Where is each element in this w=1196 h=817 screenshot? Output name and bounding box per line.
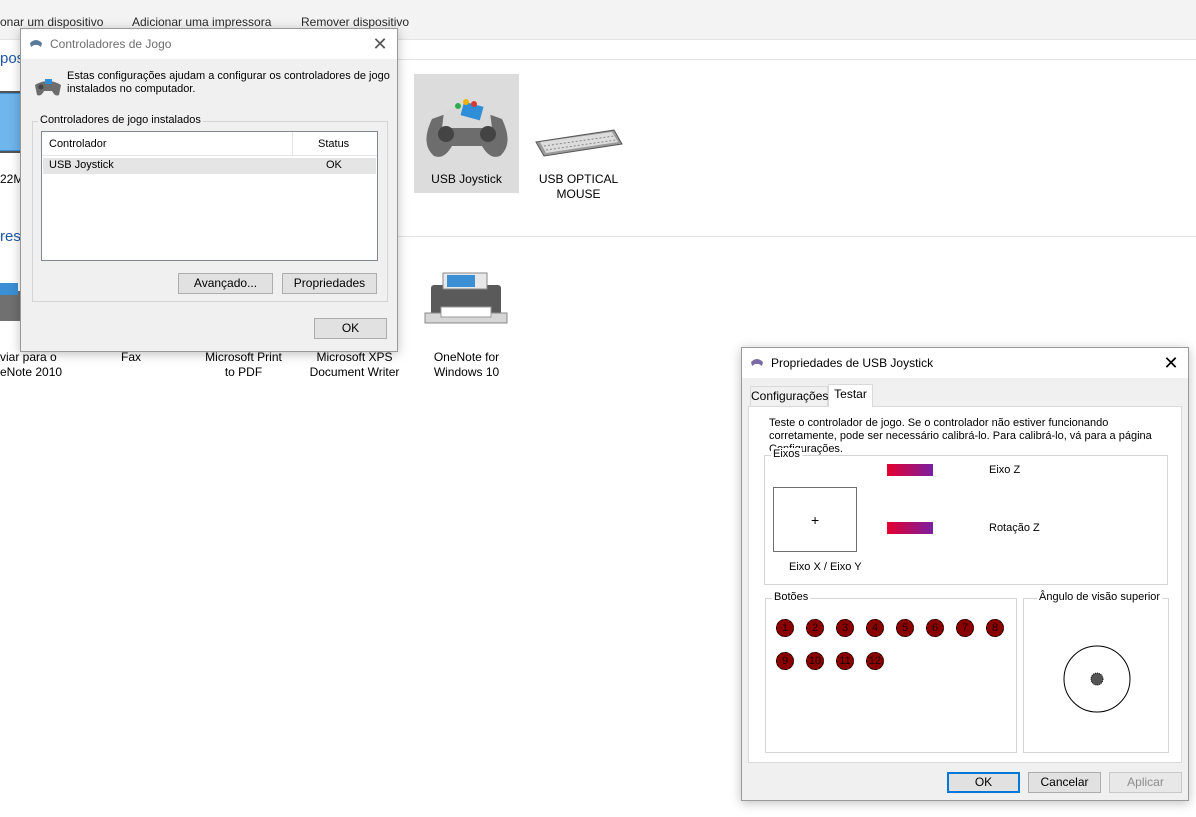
gamepad-icon <box>35 79 61 96</box>
z-rotation-bar <box>887 522 933 534</box>
joystick-button-indicator: 1 <box>776 619 794 637</box>
printer-label: Microsoft Print to PDF <box>205 350 282 379</box>
z-axis-label: Eixo Z <box>989 464 1021 476</box>
apply-button: Aplicar <box>1109 772 1182 793</box>
dialog-titlebar: Propriedades de USB Joystick ✕ <box>742 348 1188 378</box>
joystick-button-indicator: 10 <box>806 652 824 670</box>
printer-label: Microsoft XPS Document Writer <box>309 350 400 379</box>
joystick-button-indicator: 6 <box>926 619 944 637</box>
tab-configuracoes[interactable]: Configurações <box>750 386 828 406</box>
joystick-button-indicator: 4 <box>866 619 884 637</box>
xy-position-marker: + <box>811 512 820 528</box>
advanced-button[interactable]: Avançado... <box>178 273 273 294</box>
test-instructions: Teste o controlador de jogo. Se o contro… <box>769 417 1152 455</box>
joystick-button-indicator: 8 <box>986 619 1004 637</box>
properties-button[interactable]: Propriedades <box>282 273 377 294</box>
group-label: Botões <box>772 591 811 603</box>
controller-status: OK <box>326 159 342 171</box>
dialog-titlebar: Controladores de Jogo ✕ <box>21 29 397 59</box>
printer-item-onenote-windows-10[interactable]: OneNote for Windows 10 <box>414 265 519 380</box>
remove-device-command[interactable]: Remover dispositivo <box>301 15 409 29</box>
column-header-status[interactable]: Status <box>318 138 349 150</box>
joystick-button-indicator: 12 <box>866 652 884 670</box>
device-item-usb-optical-mouse[interactable]: USB OPTICAL MOUSE <box>526 74 631 204</box>
column-header-controller[interactable]: Controlador <box>49 138 106 150</box>
cancel-button[interactable]: Cancelar <box>1028 772 1101 793</box>
tab-testar[interactable]: Testar <box>828 384 873 407</box>
table-row[interactable]: USB Joystick OK <box>43 158 376 174</box>
device-label: USB Joystick <box>431 172 502 186</box>
printer-label: OneNote for Windows 10 <box>433 350 500 379</box>
dialog-title: Propriedades de USB Joystick <box>771 356 934 370</box>
dialog-description: Estas configurações ajudam a configurar … <box>67 70 390 95</box>
printer-label: Fax <box>120 350 141 364</box>
ok-button[interactable]: OK <box>947 772 1020 793</box>
ok-button[interactable]: OK <box>314 318 387 339</box>
joystick-button-indicator: 11 <box>836 652 854 670</box>
dialog-title: Controladores de Jogo <box>50 37 172 51</box>
xy-axis-box: + <box>773 487 857 552</box>
joystick-button-indicator: 5 <box>896 619 914 637</box>
z-rotation-label: Rotação Z <box>989 522 1040 534</box>
controllers-list[interactable]: Controlador Status USB Joystick OK <box>41 131 378 261</box>
device-item-usb-joystick[interactable]: USB Joystick <box>414 74 519 193</box>
gamepad-icon <box>751 359 763 366</box>
test-tab-panel: Teste o controlador de jogo. Se o contro… <box>748 406 1182 763</box>
controller-name: USB Joystick <box>49 159 114 171</box>
joystick-button-indicator: 2 <box>806 619 824 637</box>
column-separator[interactable] <box>292 132 293 156</box>
gamepad-icon <box>426 99 508 157</box>
device-label: USB OPTICAL MOUSE <box>538 172 619 201</box>
buttons-group <box>765 598 1017 753</box>
joystick-properties-dialog: Propriedades de USB Joystick ✕ Configura… <box>741 347 1189 801</box>
add-device-command[interactable]: onar um dispositivo <box>0 15 103 29</box>
z-axis-bar <box>887 464 933 476</box>
group-label: Ângulo de visão superior <box>1037 591 1163 603</box>
close-button[interactable]: ✕ <box>1160 352 1182 374</box>
group-label: Eixos <box>771 448 802 460</box>
keyboard-icon <box>535 129 623 157</box>
game-controllers-dialog: Controladores de Jogo ✕ Estas configuraç… <box>20 28 398 352</box>
pov-indicator <box>1063 645 1131 713</box>
add-printer-command[interactable]: Adicionar uma impressora <box>132 15 271 29</box>
xy-axis-label: Eixo X / Eixo Y <box>789 561 862 573</box>
joystick-button-indicator: 3 <box>836 619 854 637</box>
printer-label: viar para o eNote 2010 <box>0 350 63 379</box>
close-button[interactable]: ✕ <box>369 33 391 55</box>
gamepad-icon <box>30 40 42 47</box>
group-label: Controladores de jogo instalados <box>38 114 203 126</box>
joystick-button-indicator: 9 <box>776 652 794 670</box>
joystick-button-indicator: 7 <box>956 619 974 637</box>
printer-icon <box>424 272 508 324</box>
list-header: Controlador Status <box>42 132 377 156</box>
